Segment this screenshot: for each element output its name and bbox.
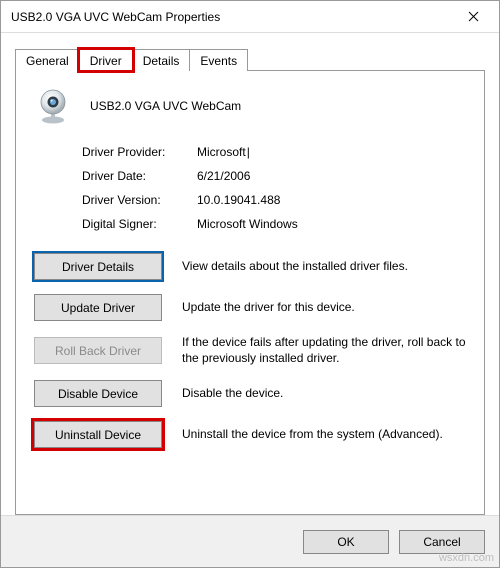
row-roll-back-driver: Roll Back Driver If the device fails aft…	[34, 335, 466, 366]
close-button[interactable]	[453, 3, 493, 31]
content-area: General Driver Details Events	[1, 33, 499, 515]
roll-back-driver-button: Roll Back Driver	[34, 337, 162, 364]
tab-panel-driver: USB2.0 VGA UVC WebCam Driver Provider: M…	[15, 70, 485, 515]
driver-details-button[interactable]: Driver Details	[34, 253, 162, 280]
uninstall-device-button[interactable]: Uninstall Device	[34, 421, 162, 448]
row-uninstall-device: Uninstall Device Uninstall the device fr…	[34, 421, 466, 448]
value-driver-version: 10.0.19041.488	[197, 193, 466, 207]
update-driver-button[interactable]: Update Driver	[34, 294, 162, 321]
close-icon	[468, 11, 479, 22]
label-digital-signer: Digital Signer:	[82, 217, 197, 231]
driver-details-desc: View details about the installed driver …	[182, 259, 466, 275]
webcam-icon	[34, 87, 72, 125]
tab-events[interactable]: Events	[189, 49, 248, 71]
row-update-driver: Update Driver Update the driver for this…	[34, 294, 466, 321]
roll-back-driver-desc: If the device fails after updating the d…	[182, 335, 466, 366]
driver-info-grid: Driver Provider: Microsoft Driver Date: …	[82, 145, 466, 231]
dialog-footer: OK Cancel	[1, 515, 499, 567]
row-disable-device: Disable Device Disable the device.	[34, 380, 466, 407]
tab-strip: General Driver Details Events	[15, 47, 485, 71]
tab-details[interactable]: Details	[132, 49, 191, 71]
value-driver-provider: Microsoft	[197, 145, 466, 159]
cancel-button[interactable]: Cancel	[399, 530, 485, 554]
label-driver-date: Driver Date:	[82, 169, 197, 183]
tab-driver[interactable]: Driver	[79, 49, 133, 71]
value-digital-signer: Microsoft Windows	[197, 217, 466, 231]
label-driver-version: Driver Version:	[82, 193, 197, 207]
update-driver-desc: Update the driver for this device.	[182, 300, 466, 316]
properties-window: USB2.0 VGA UVC WebCam Properties General…	[0, 0, 500, 568]
device-header: USB2.0 VGA UVC WebCam	[34, 87, 466, 125]
disable-device-desc: Disable the device.	[182, 386, 466, 402]
window-title: USB2.0 VGA UVC WebCam Properties	[11, 10, 220, 24]
tab-general[interactable]: General	[15, 49, 80, 71]
uninstall-device-desc: Uninstall the device from the system (Ad…	[182, 427, 466, 443]
device-name: USB2.0 VGA UVC WebCam	[90, 99, 241, 113]
ok-button[interactable]: OK	[303, 530, 389, 554]
label-driver-provider: Driver Provider:	[82, 145, 197, 159]
disable-device-button[interactable]: Disable Device	[34, 380, 162, 407]
value-driver-date: 6/21/2006	[197, 169, 466, 183]
row-driver-details: Driver Details View details about the in…	[34, 253, 466, 280]
titlebar: USB2.0 VGA UVC WebCam Properties	[1, 1, 499, 33]
